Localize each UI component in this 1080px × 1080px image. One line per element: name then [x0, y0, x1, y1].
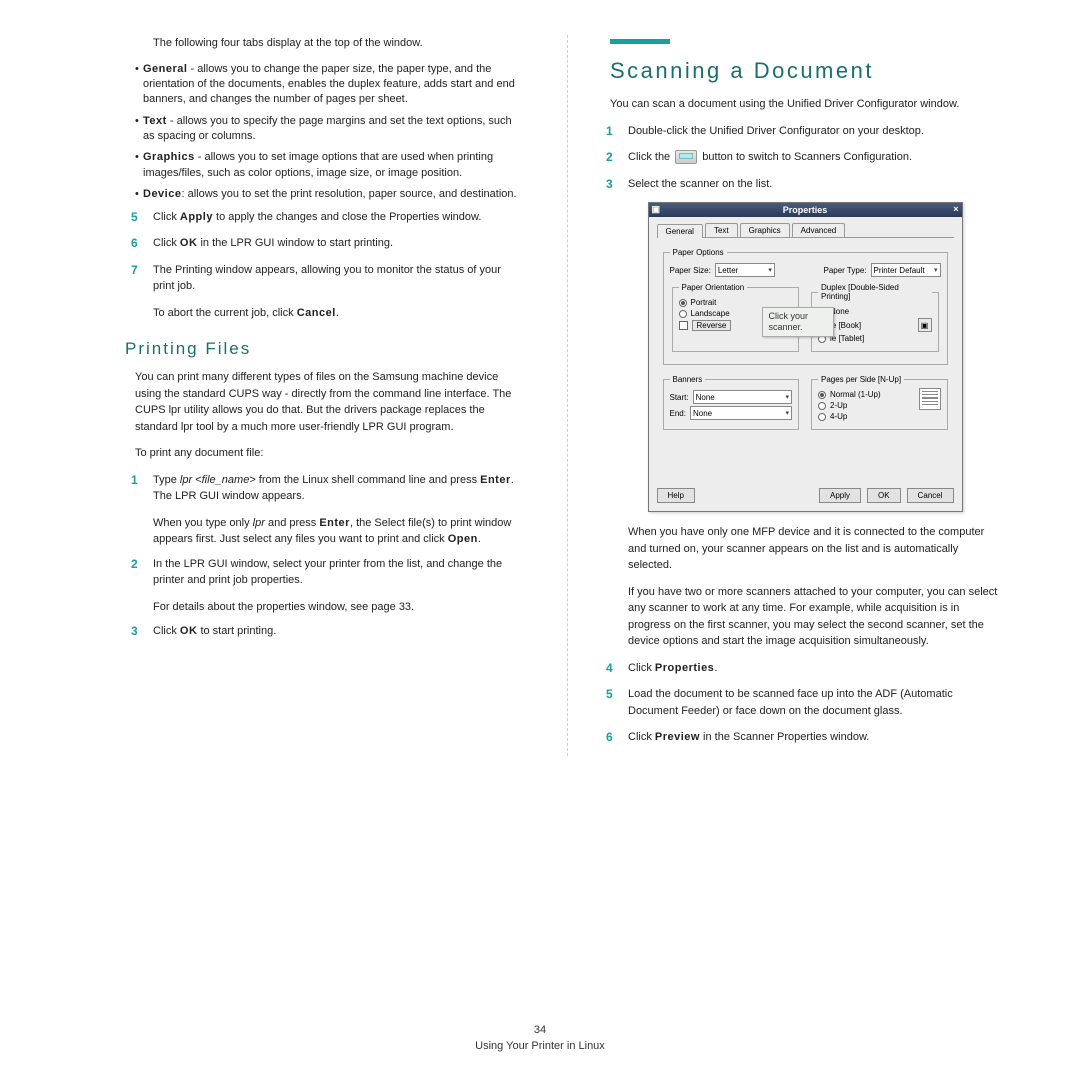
radio-duplex-none[interactable]: None	[818, 307, 932, 316]
pf-step-1-sub: When you type only lpr and press Enter, …	[153, 515, 525, 548]
pf-step-3: 3Click OK to start printing.	[135, 623, 525, 640]
callout-box: Click your scanner.	[762, 307, 834, 337]
pf-step-2-sub: For details about the properties window,…	[153, 599, 525, 616]
nup-preview-icon	[919, 388, 941, 410]
radio-2up[interactable]: 2-Up	[818, 401, 913, 410]
scan-step-6: 6Click Preview in the Scanner Properties…	[610, 729, 1000, 746]
scan-step-3: 3Select the scanner on the list.	[610, 176, 1000, 193]
pf-step-1: 1 Type lpr <file_name> from the Linux sh…	[135, 472, 525, 505]
scan-after-2: If you have two or more scanners attache…	[628, 584, 1000, 650]
window-icon: ▣	[652, 204, 661, 215]
abort-note: To abort the current job, click Cancel.	[153, 305, 525, 322]
step-6: 6Click OK in the LPR GUI window to start…	[135, 235, 525, 252]
footer-text: Using Your Printer in Linux	[0, 1040, 1080, 1052]
intro-text: The following four tabs display at the t…	[153, 35, 525, 52]
paper-options-group: Paper Options Paper Size: Letter▾ Paper …	[663, 248, 948, 365]
tab-desc-general: General - allows you to change the paper…	[135, 62, 525, 108]
help-button[interactable]: Help	[657, 488, 695, 503]
scan-step-1: 1Double-click the Unified Driver Configu…	[610, 123, 1000, 140]
scan-step-4: 4Click Properties.	[610, 660, 1000, 677]
tab-general[interactable]: General	[657, 224, 703, 238]
tab-advanced[interactable]: Advanced	[792, 223, 846, 237]
paper-size-label: Paper Size:	[670, 266, 711, 275]
tab-graphics[interactable]: Graphics	[740, 223, 790, 237]
scanner-icon	[675, 150, 697, 164]
title-scanning: Scanning a Document	[610, 58, 1000, 84]
banner-end-label: End:	[670, 409, 686, 418]
properties-window: ▣ Properties × General Text Graphics Adv…	[648, 202, 963, 512]
scan-step-2: 2Click the button to switch to Scanners …	[610, 149, 1000, 166]
ok-button[interactable]: OK	[867, 488, 901, 503]
banner-start-label: Start:	[670, 393, 689, 402]
radio-portrait[interactable]: Portrait	[679, 298, 793, 307]
scan-after-1: When you have only one MFP device and it…	[628, 524, 1000, 574]
column-divider	[567, 35, 568, 756]
window-titlebar[interactable]: ▣ Properties ×	[649, 203, 962, 217]
duplex-legend: Duplex [Double-Sided Printing]	[818, 283, 932, 301]
paper-type-select[interactable]: Printer Default▾	[871, 263, 941, 277]
tab-desc-device: Device: allows you to set the print reso…	[135, 187, 525, 202]
page-number: 34	[0, 1024, 1080, 1036]
page-footer: 34 Using Your Printer in Linux	[0, 1024, 1080, 1052]
scan-intro: You can scan a document using the Unifie…	[610, 96, 1000, 113]
orientation-legend: Paper Orientation	[679, 283, 748, 292]
tab-desc-text: Text - allows you to specify the page ma…	[135, 114, 525, 145]
pps-group: Pages per Side [N-Up] Normal (1-Up) 2-Up…	[811, 375, 948, 430]
radio-duplex-tablet[interactable]: ie [Tablet]	[818, 334, 932, 343]
radio-4up[interactable]: 4-Up	[818, 412, 913, 421]
paper-size-select[interactable]: Letter▾	[715, 263, 775, 277]
paper-type-label: Paper Type:	[824, 266, 867, 275]
pf-para1: You can print many different types of fi…	[135, 369, 525, 435]
banners-legend: Banners	[670, 375, 706, 384]
tab-text[interactable]: Text	[705, 223, 738, 237]
paper-options-legend: Paper Options	[670, 248, 727, 257]
scan-step-5: 5Load the document to be scanned face up…	[610, 686, 1000, 719]
step-5: 5Click Apply to apply the changes and cl…	[135, 209, 525, 226]
cancel-button[interactable]: Cancel	[907, 488, 954, 503]
close-icon[interactable]: ×	[953, 204, 958, 214]
radio-normal[interactable]: Normal (1-Up)	[818, 390, 913, 399]
pf-para2: To print any document file:	[135, 445, 525, 462]
window-title: Properties	[783, 205, 828, 215]
banners-group: Banners Start:None▾ End:None▾	[663, 375, 800, 430]
flip-icon[interactable]: ▣	[918, 318, 932, 332]
step-7: 7The Printing window appears, allowing y…	[135, 262, 525, 295]
banner-start-select[interactable]: None▾	[693, 390, 792, 404]
pf-step-2: 2In the LPR GUI window, select your prin…	[135, 556, 525, 589]
accent-bar	[610, 39, 670, 44]
banner-end-select[interactable]: None▾	[690, 406, 792, 420]
apply-button[interactable]: Apply	[819, 488, 861, 503]
pps-legend: Pages per Side [N-Up]	[818, 375, 904, 384]
radio-duplex-book[interactable]: ie [Book]▣	[818, 318, 932, 332]
tab-desc-graphics: Graphics - allows you to set image optio…	[135, 150, 525, 181]
section-printing-files: Printing Files	[125, 339, 525, 359]
